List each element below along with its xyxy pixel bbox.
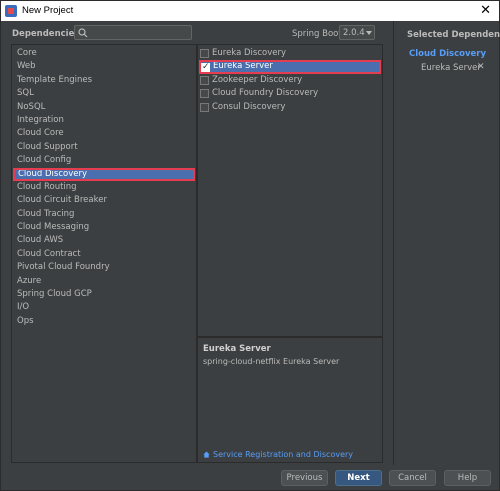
search-icon [78,28,88,38]
category-item[interactable]: Template Engines [12,74,196,87]
intellij-logo-icon [5,5,17,17]
spring-boot-label: Spring Boot [292,29,342,39]
dependencies-label: Dependencies [12,29,80,39]
selected-dependencies-title: Selected Dependencies [407,30,500,40]
category-item[interactable]: Cloud Messaging [12,221,196,234]
category-item[interactable]: Web [12,60,196,73]
panel-divider [393,21,394,465]
chevron-down-icon [366,31,372,35]
category-item[interactable]: Pivotal Cloud Foundry [12,261,196,274]
spring-boot-version-value: 2.0.4 [343,28,365,38]
dependency-info-panel: Eureka Server spring-cloud-netflix Eurek… [197,337,383,463]
category-item[interactable]: Integration [12,114,196,127]
search-input[interactable] [74,25,192,40]
selected-group-label: Cloud Discovery [409,49,487,59]
category-item[interactable]: Core [12,47,196,60]
dependency-item[interactable]: Zookeeper Discovery [198,74,382,87]
window-title: New Project [22,5,74,16]
category-item[interactable]: Ops [12,315,196,328]
category-item[interactable]: Cloud AWS [12,234,196,247]
dependency-label: Consul Discovery [212,101,286,112]
dependency-item[interactable]: Cloud Foundry Discovery [198,87,382,100]
dependency-label: Eureka Server [213,61,273,72]
category-item[interactable]: Cloud Circuit Breaker [12,194,196,207]
category-item[interactable]: Azure [12,275,196,288]
dependency-checkbox[interactable] [200,102,209,112]
category-list: Core Web Template Engines SQL NoSQL Integrati… [12,47,196,328]
category-item[interactable]: Cloud Core [12,127,196,140]
category-item[interactable]: Cloud Config [12,154,196,167]
dependency-list: Eureka Discovery Eureka Server Zookeeper D… [198,47,382,114]
title-bar: New Project ✕ [1,1,499,21]
next-button[interactable]: Next [335,470,382,486]
previous-button[interactable]: Previous [281,470,328,486]
dependency-checkbox[interactable] [200,89,209,99]
category-item[interactable]: SQL [12,87,196,100]
help-button[interactable]: Help [444,470,491,486]
info-description: spring-cloud-netflix Eureka Server [203,357,340,366]
dependency-label: Cloud Foundry Discovery [212,88,319,99]
selected-dependencies-panel: Selected Dependencies Cloud Discovery Eu… [405,30,500,463]
dependency-checkbox[interactable] [201,61,210,74]
dependency-item[interactable]: Eureka Server [199,60,381,74]
category-item[interactable]: Cloud Routing [12,181,196,194]
category-item[interactable]: Cloud Discovery [13,167,195,181]
dependency-label: Eureka Discovery [212,48,286,58]
selected-dependency-item: Eureka Server [421,63,481,73]
close-window-icon[interactable]: ✕ [480,3,491,18]
spring-boot-version-select[interactable]: 2.0.4 [339,25,375,40]
dependency-list-panel: Eureka Discovery Eureka Server Zookeeper D… [197,44,383,337]
category-item[interactable]: Cloud Contract [12,248,196,261]
info-title: Eureka Server [203,344,271,354]
dependency-item[interactable]: Eureka Discovery [198,47,382,60]
category-item[interactable]: I/O [12,301,196,314]
new-project-dialog: New Project ✕ Dependencies Spring Boot 2… [0,0,500,491]
category-item[interactable]: Spring Cloud GCP [12,288,196,301]
info-link-text: Service Registration and Discovery [213,450,354,459]
dependency-item[interactable]: Consul Discovery [198,101,382,114]
category-item[interactable]: Cloud Support [12,141,196,154]
dependency-checkbox[interactable] [200,49,209,59]
category-item[interactable]: Cloud Tracing [12,208,196,221]
home-icon [203,451,210,458]
info-guide-link[interactable]: Service Registration and Discovery [203,450,353,459]
dependency-checkbox[interactable] [200,75,209,85]
cancel-button[interactable]: Cancel [389,470,436,486]
remove-dependency-icon[interactable]: ✕ [477,62,485,72]
category-list-panel: Core Web Template Engines SQL NoSQL Integrati… [11,44,197,463]
dependency-label: Zookeeper Discovery [212,74,303,85]
category-item[interactable]: NoSQL [12,101,196,114]
